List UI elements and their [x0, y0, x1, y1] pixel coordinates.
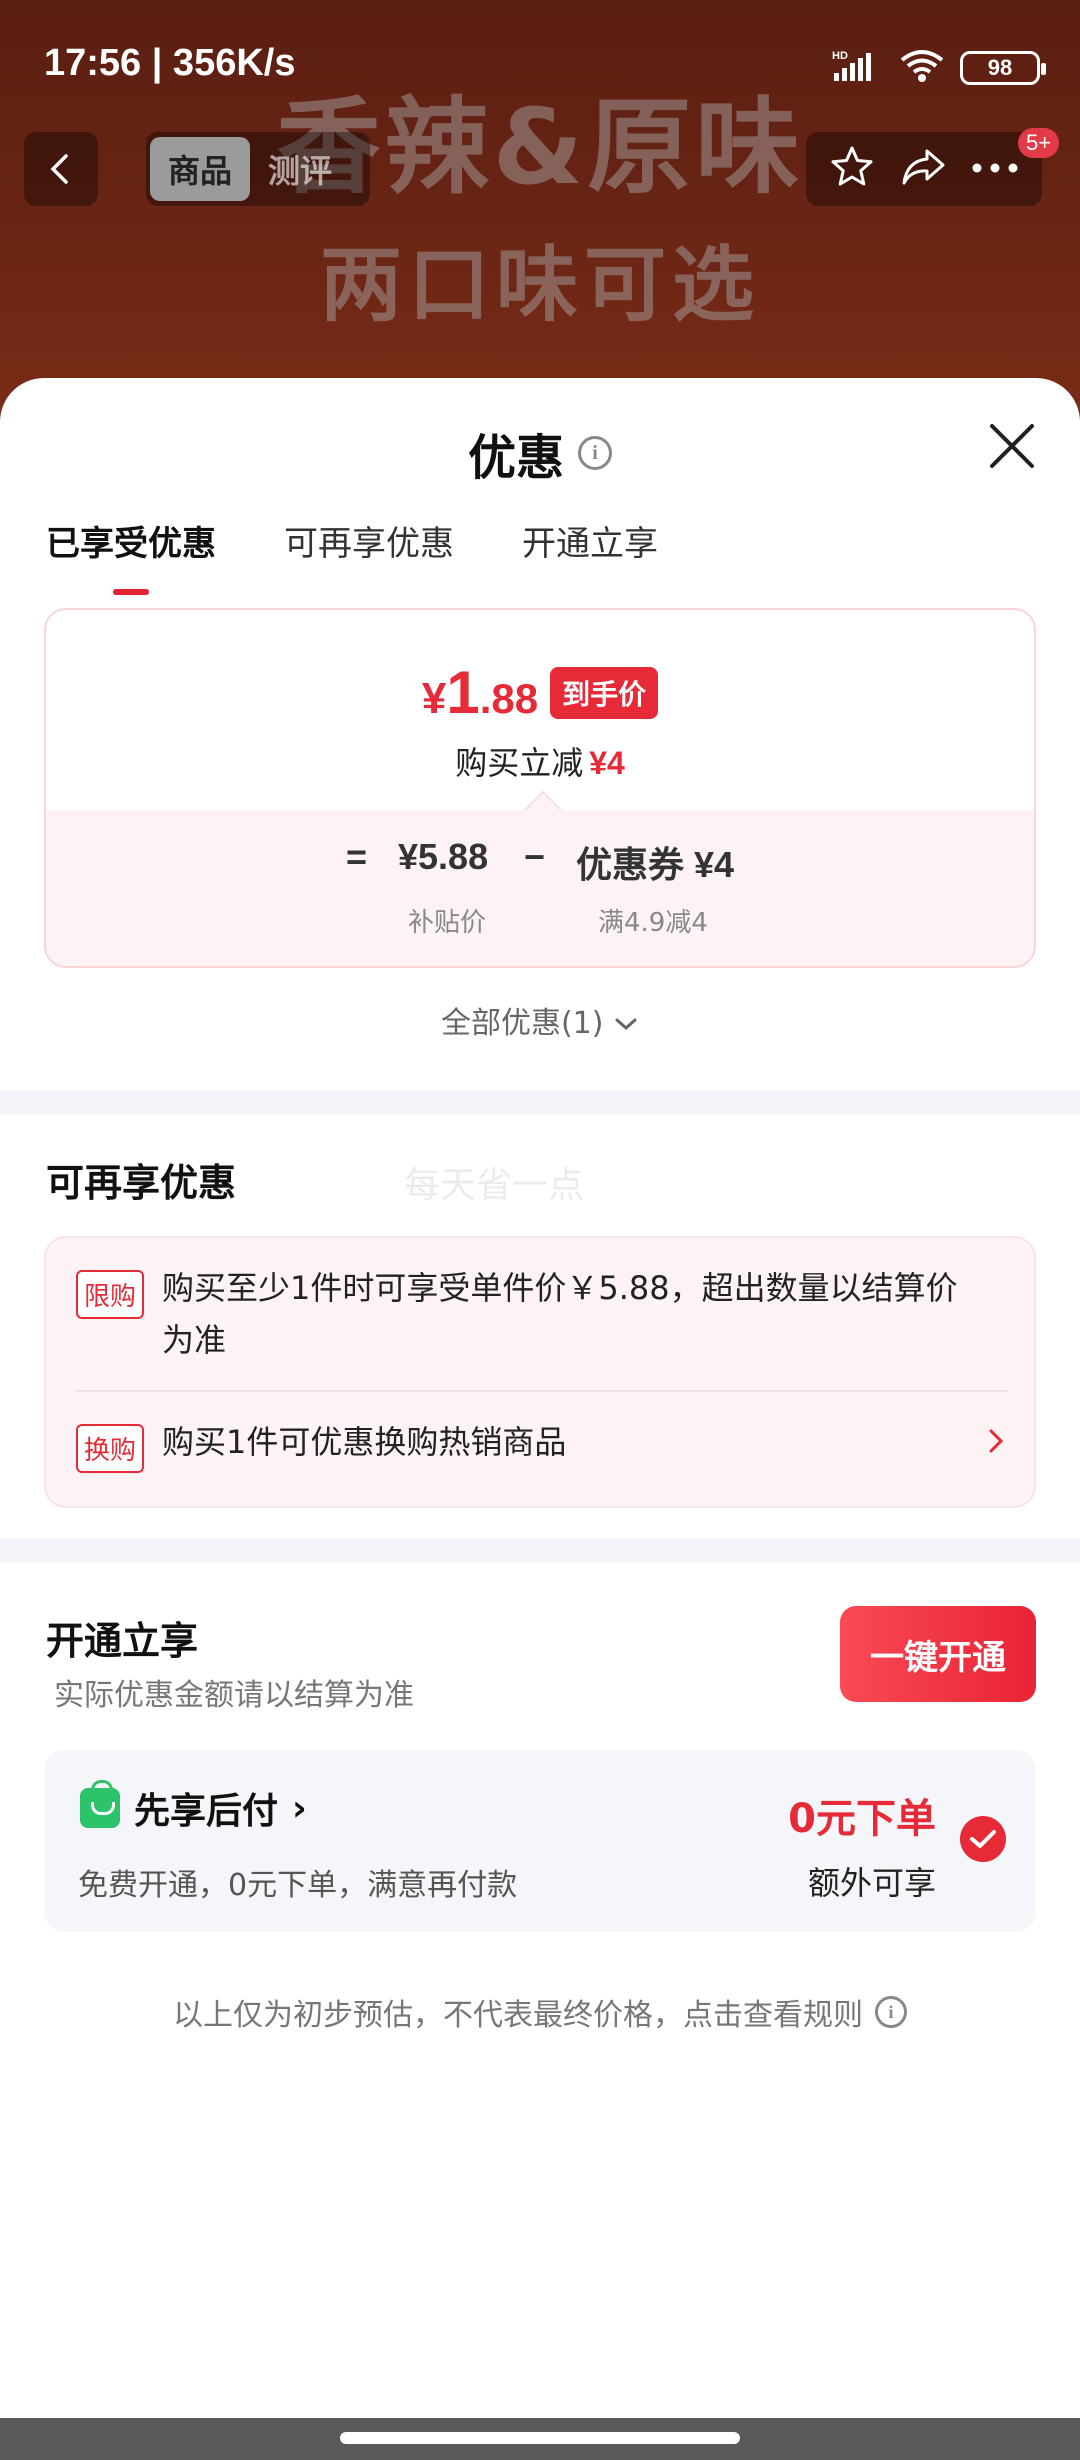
promo-tag-limit: 限购	[76, 1270, 145, 1319]
instant-discount-line: 购买立减 ¥4	[46, 738, 1034, 784]
extra-benefit: 额外可享	[807, 1864, 936, 1902]
promo-text-limit: 购买至少1件时可享受单件价￥5.88，超出数量以结算价为准	[162, 1269, 958, 1359]
sheet-title-row: 优惠 i	[0, 418, 1080, 488]
section-divider	[0, 1538, 1080, 1562]
promo-row-exchange[interactable]: 换购 购买1件可优惠换购热销商品	[76, 1423, 566, 1473]
subsidy-price-label: 补贴价	[408, 908, 487, 938]
instant-discount-label: 购买立减	[455, 744, 584, 782]
notification-badge: 5+	[1018, 128, 1060, 158]
zero-yuan-order: 0元下单	[788, 1796, 936, 1842]
tab-review[interactable]: 测评	[250, 137, 350, 201]
open-enjoy-title: 开通立享	[46, 1619, 199, 1663]
more-icon[interactable]	[970, 160, 1020, 179]
checkmark-icon[interactable]	[960, 1816, 1006, 1862]
discount-tabs: 已享受优惠 可再享优惠 开通立享	[46, 516, 658, 595]
equals-sign: =	[346, 836, 368, 877]
pay-later-title-row: 先享后付 ›	[80, 1780, 307, 1834]
promo-text-exchange: 购买1件可优惠换购热销商品	[162, 1423, 567, 1461]
pay-later-arrow: ›	[292, 1787, 307, 1829]
tab-enjoyed[interactable]: 已享受优惠	[46, 516, 216, 595]
minus-sign: −	[524, 836, 546, 877]
home-indicator[interactable]	[340, 2432, 740, 2444]
open-enjoy-note: 实际优惠金额请以结算为准	[54, 1678, 414, 1713]
status-bar: 17:56 | 356K/s HD 98	[0, 0, 1080, 130]
final-price-line: ¥1.88 到手价	[46, 658, 1034, 727]
product-image-text-2: 两口味可选	[319, 238, 760, 333]
back-button[interactable]	[24, 132, 98, 206]
status-icons: HD 98	[832, 48, 1046, 88]
instant-discount-value: ¥4	[589, 745, 625, 781]
sheet-title: 优惠	[467, 430, 564, 486]
promo-separator	[76, 1390, 1008, 1392]
more-offers-card: 限购 购买至少1件时可享受单件价￥5.88，超出数量以结算价为准 换购 购买1件…	[44, 1236, 1036, 1508]
shopping-bag-icon	[80, 1780, 120, 1828]
coupon-condition: 满4.9减4	[598, 908, 708, 938]
final-price: ¥1.88	[421, 659, 539, 726]
more-offers-title: 可再享优惠	[46, 1161, 237, 1205]
price-breakdown: = ¥5.88 − 优惠券 ¥4 补贴价 满4.9减4	[46, 790, 1034, 966]
info-icon[interactable]: i	[578, 436, 612, 470]
price-summary: ¥1.88 到手价 购买立减 ¥4	[46, 610, 1034, 810]
product-review-switch: 商品 测评	[146, 132, 370, 206]
top-actions	[806, 132, 1042, 206]
watermark-text: 每天省一点	[404, 1165, 585, 1206]
favorite-star-icon[interactable]	[828, 143, 876, 195]
all-discounts-label: 全部优惠(1)	[440, 1006, 604, 1041]
promo-row-limit: 限购 购买至少1件时可享受单件价￥5.88，超出数量以结算价为准	[76, 1269, 982, 1366]
tab-product[interactable]: 商品	[150, 137, 251, 201]
svg-text:HD: HD	[832, 50, 848, 62]
back-arrow-icon	[50, 154, 68, 184]
chevron-right-icon[interactable]	[986, 1426, 1006, 1460]
section-divider	[0, 1090, 1080, 1114]
close-icon	[990, 424, 1034, 468]
coupon-amount: 优惠券 ¥4	[576, 844, 735, 885]
share-icon[interactable]	[899, 143, 947, 195]
pay-later-card[interactable]: 先享后付 › 免费开通，0元下单，满意再付款 0元下单 额外可享	[44, 1750, 1036, 1932]
promo-tag-exchange: 换购	[76, 1424, 145, 1473]
navigation-bar	[0, 2418, 1080, 2460]
price-card: ¥1.88 到手价 购买立减 ¥4 = ¥5.88 − 优惠券 ¥4 补贴价 满4…	[44, 608, 1036, 968]
battery-indicator: 98	[960, 51, 1046, 85]
final-price-tag: 到手价	[550, 666, 659, 719]
subsidy-price: ¥5.88	[398, 836, 489, 877]
chevron-down-icon	[615, 1018, 637, 1031]
pay-later-description: 免费开通，0元下单，满意再付款	[78, 1868, 518, 1903]
wifi-icon	[898, 48, 946, 88]
tab-more-offers[interactable]: 可再享优惠	[284, 516, 454, 565]
pay-later-title: 先享后付	[134, 1791, 279, 1832]
status-time: 17:56 | 356K/s	[44, 42, 296, 84]
signal-icon: HD	[832, 49, 884, 87]
tab-open-enjoy[interactable]: 开通立享	[522, 516, 658, 565]
price-disclaimer[interactable]: 以上仅为初步预估，不代表最终价格，点击查看规则 i	[0, 1990, 1080, 2034]
one-click-open-button[interactable]: 一键开通	[840, 1606, 1036, 1702]
active-tab-indicator	[113, 589, 149, 595]
all-discounts-toggle[interactable]: 全部优惠(1)	[0, 998, 1080, 1042]
close-button[interactable]	[984, 418, 1040, 474]
rules-info-icon[interactable]: i	[875, 1996, 907, 2028]
price-disclaimer-text: 以上仅为初步预估，不代表最终价格，点击查看规则	[173, 1998, 863, 2033]
tab-enjoyed-label: 已享受优惠	[46, 524, 216, 564]
